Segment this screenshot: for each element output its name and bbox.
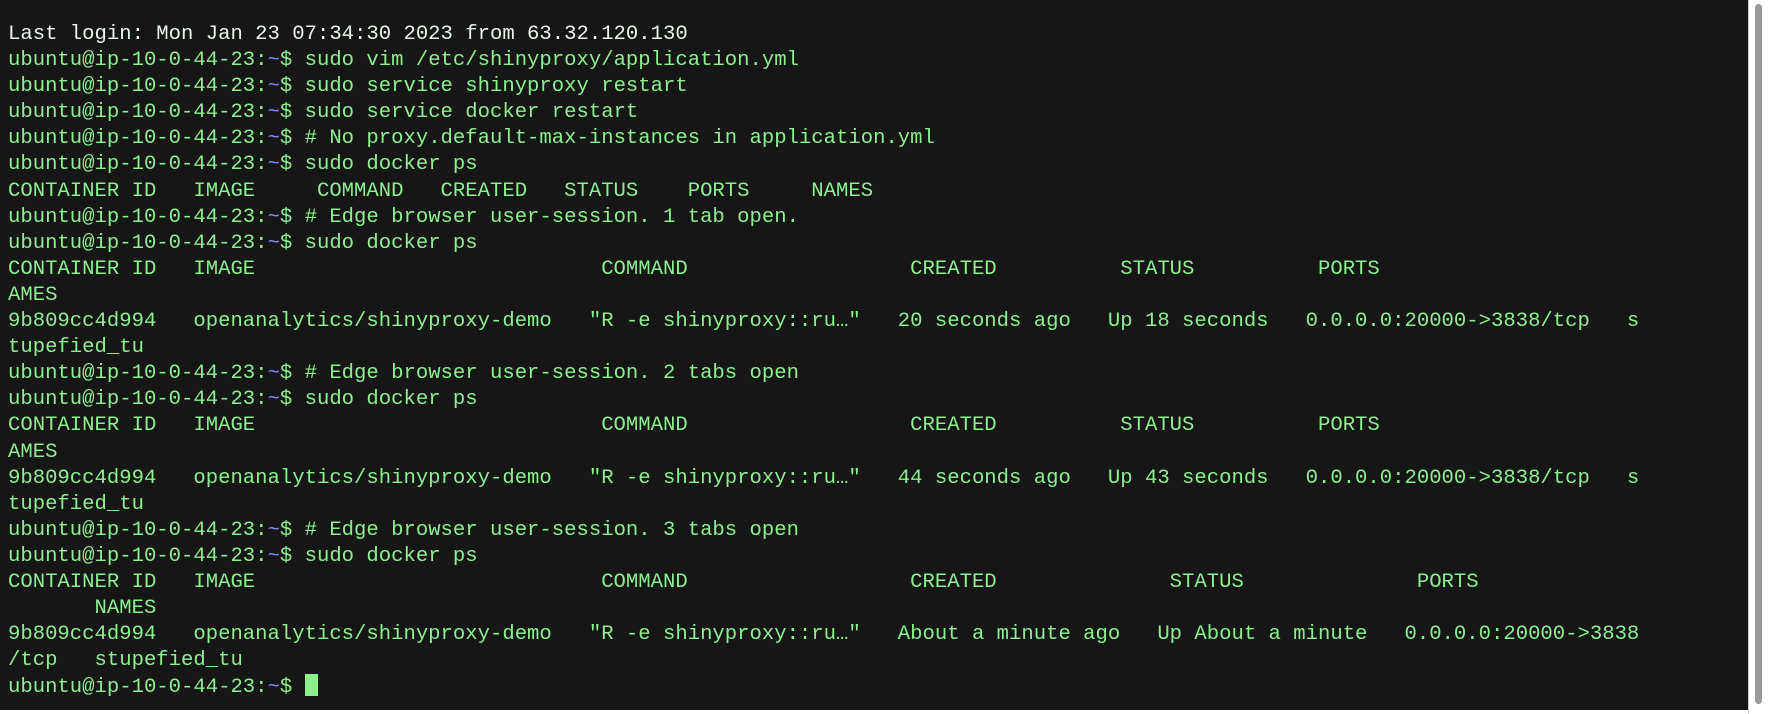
output-line: CONTAINER ID IMAGE COMMAND CREATED STATU… [8, 570, 1739, 594]
output-line: NAMES [8, 597, 157, 621]
terminal-window[interactable]: Last login: Mon Jan 23 07:34:30 2023 fro… [0, 0, 1748, 710]
command-text: sudo docker ps [304, 153, 478, 177]
prompt-symbol: $ [279, 544, 305, 568]
prompt-line: ubuntu@ip-10-0-44-23:~$ sudo service doc… [8, 100, 1738, 126]
output-line: tupefied_tu [8, 336, 144, 360]
prompt-path: ~ [267, 518, 280, 542]
prompt-user-host: ubuntu@ip-10-0-44-23: [8, 362, 268, 386]
command-text: # No proxy.default-max-instances in appl… [304, 127, 935, 151]
prompt-user-host: ubuntu@ip-10-0-44-23: [8, 388, 268, 412]
prompt-line: ubuntu@ip-10-0-44-23:~$ # No proxy.defau… [8, 126, 1738, 152]
prompt-line: ubuntu@ip-10-0-44-23:~$ sudo docker ps [8, 387, 1738, 413]
text-cursor[interactable] [304, 674, 318, 697]
prompt-symbol: $ [279, 388, 305, 412]
prompt-line: ubuntu@ip-10-0-44-23:~$ sudo docker ps [8, 231, 1738, 257]
prompt-symbol: $ [279, 101, 305, 125]
prompt-line: ubuntu@ip-10-0-44-23:~$ sudo vim /etc/sh… [8, 48, 1738, 74]
command-text: sudo docker ps [304, 544, 478, 568]
output-line: /tcp stupefied_tu [8, 649, 243, 673]
prompt-symbol: $ [279, 153, 305, 177]
prompt-line: ubuntu@ip-10-0-44-23:~$ sudo docker ps [8, 152, 1738, 178]
prompt-user-host: ubuntu@ip-10-0-44-23: [8, 205, 268, 229]
prompt-user-host: ubuntu@ip-10-0-44-23: [8, 49, 268, 73]
prompt-line: ubuntu@ip-10-0-44-23:~$ # Edge browser u… [8, 518, 1738, 544]
command-text: sudo docker ps [304, 231, 478, 255]
prompt-symbol: $ [279, 676, 305, 700]
prompt-user-host: ubuntu@ip-10-0-44-23: [8, 127, 268, 151]
output-line: AMES [8, 440, 58, 464]
prompt-path: ~ [267, 75, 280, 99]
prompt-line: ubuntu@ip-10-0-44-23:~$ # Edge browser u… [8, 361, 1738, 387]
prompt-symbol: $ [279, 127, 305, 151]
output-line: CONTAINER ID IMAGE COMMAND CREATED STATU… [8, 414, 1748, 438]
output-line: AMES [8, 283, 58, 307]
prompt-path: ~ [267, 205, 280, 229]
last-login-line: Last login: Mon Jan 23 07:34:30 2023 fro… [8, 23, 688, 46]
command-text: sudo docker ps [304, 388, 478, 412]
scroll-thumb[interactable] [1755, 4, 1762, 704]
scrollbar[interactable] [1748, 0, 1768, 714]
prompt-user-host: ubuntu@ip-10-0-44-23: [8, 153, 268, 177]
prompt-path: ~ [267, 676, 280, 700]
prompt-user-host: ubuntu@ip-10-0-44-23: [8, 544, 268, 568]
prompt-path: ~ [267, 101, 280, 125]
prompt-user-host: ubuntu@ip-10-0-44-23: [8, 101, 268, 125]
prompt-symbol: $ [279, 362, 305, 386]
output-line: 9b809cc4d994 openanalytics/shinyproxy-de… [8, 466, 1640, 490]
command-text: # Edge browser user-session. 2 tabs open [304, 362, 799, 386]
output-line: 9b809cc4d994 openanalytics/shinyproxy-de… [8, 623, 1640, 647]
prompt-path: ~ [267, 49, 280, 73]
command-text: sudo service shinyproxy restart [304, 75, 688, 99]
prompt-line: ubuntu@ip-10-0-44-23:~$ # Edge browser u… [8, 205, 1738, 231]
prompt-user-host: ubuntu@ip-10-0-44-23: [8, 231, 268, 255]
output-line: 9b809cc4d994 openanalytics/shinyproxy-de… [8, 310, 1640, 334]
prompt-line: ubuntu@ip-10-0-44-23:~$ sudo service shi… [8, 74, 1738, 100]
terminal-output[interactable]: Last login: Mon Jan 23 07:34:30 2023 fro… [8, 22, 1738, 700]
command-text: sudo service docker restart [304, 101, 639, 125]
prompt-symbol: $ [279, 49, 305, 73]
active-prompt-line: ubuntu@ip-10-0-44-23:~$ [8, 674, 1738, 700]
prompt-path: ~ [267, 127, 280, 151]
prompt-path: ~ [267, 388, 280, 412]
command-text: sudo vim /etc/shinyproxy/application.yml [304, 49, 799, 73]
output-line: CONTAINER ID IMAGE COMMAND CREATED STATU… [8, 179, 874, 203]
command-text: # Edge browser user-session. 3 tabs open [304, 518, 799, 542]
prompt-user-host: ubuntu@ip-10-0-44-23: [8, 676, 268, 700]
prompt-symbol: $ [279, 205, 305, 229]
prompt-path: ~ [267, 362, 280, 386]
prompt-line: ubuntu@ip-10-0-44-23:~$ sudo docker ps [8, 544, 1738, 570]
command-text: # Edge browser user-session. 1 tab open. [304, 205, 799, 229]
output-line: tupefied_tu [8, 492, 144, 516]
prompt-symbol: $ [279, 231, 305, 255]
prompt-symbol: $ [279, 75, 305, 99]
prompt-user-host: ubuntu@ip-10-0-44-23: [8, 518, 268, 542]
output-line: CONTAINER ID IMAGE COMMAND CREATED STATU… [8, 257, 1748, 281]
prompt-symbol: $ [279, 518, 305, 542]
prompt-path: ~ [267, 153, 280, 177]
prompt-user-host: ubuntu@ip-10-0-44-23: [8, 75, 268, 99]
prompt-path: ~ [267, 231, 280, 255]
prompt-path: ~ [267, 544, 280, 568]
